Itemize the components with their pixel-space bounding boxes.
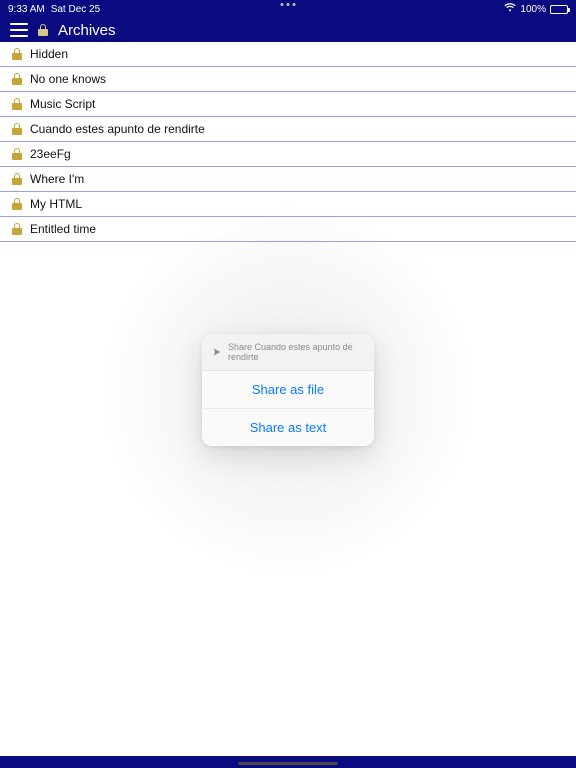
status-left: 9:33 AM Sat Dec 25 (8, 4, 100, 15)
action-sheet: Share Cuando estes apunto de rendirte Sh… (202, 334, 374, 446)
list-item-label: No one knows (30, 72, 106, 86)
lock-icon (12, 98, 22, 110)
list-item[interactable]: My HTML (0, 192, 576, 217)
wifi-icon (504, 3, 516, 15)
battery-icon (550, 5, 568, 14)
share-icon (212, 347, 222, 357)
status-time: 9:33 AM (8, 4, 45, 15)
lock-icon (12, 48, 22, 60)
battery-percent: 100% (520, 4, 546, 15)
lock-icon (12, 223, 22, 235)
status-bar: 9:33 AM Sat Dec 25 100% (0, 0, 576, 18)
share-as-text-button[interactable]: Share as text (202, 408, 374, 446)
lock-icon (12, 123, 22, 135)
menu-icon[interactable] (10, 23, 28, 37)
page-title: Archives (58, 22, 116, 39)
list-item-label: Hidden (30, 47, 68, 61)
lock-icon (12, 73, 22, 85)
nav-bar: Archives (0, 18, 576, 42)
status-date: Sat Dec 25 (51, 4, 100, 15)
list-item[interactable]: 23eeFg (0, 142, 576, 167)
list-item-label: Music Script (30, 97, 95, 111)
list-item[interactable]: Hidden (0, 42, 576, 67)
list-item-label: My HTML (30, 197, 82, 211)
lock-icon (12, 173, 22, 185)
sheet-title: Share Cuando estes apunto de rendirte (228, 342, 364, 362)
list-item-label: 23eeFg (30, 147, 71, 161)
list-item[interactable]: Music Script (0, 92, 576, 117)
sheet-header: Share Cuando estes apunto de rendirte (202, 334, 374, 371)
list-item-label: Cuando estes apunto de rendirte (30, 122, 205, 136)
list-item[interactable]: Cuando estes apunto de rendirte (0, 117, 576, 142)
home-indicator[interactable] (238, 762, 338, 765)
list-item[interactable]: No one knows (0, 67, 576, 92)
lock-icon (38, 24, 48, 36)
lock-icon (12, 198, 22, 210)
list-item-label: Entitled time (30, 222, 96, 236)
list-item[interactable]: Entitled time (0, 217, 576, 242)
multitask-dots[interactable] (281, 3, 296, 6)
share-as-file-button[interactable]: Share as file (202, 371, 374, 408)
lock-icon (12, 148, 22, 160)
archive-list: Hidden No one knows Music Script Cuando … (0, 42, 576, 242)
status-right: 100% (504, 3, 568, 15)
list-item[interactable]: Where I'm (0, 167, 576, 192)
list-item-label: Where I'm (30, 172, 84, 186)
